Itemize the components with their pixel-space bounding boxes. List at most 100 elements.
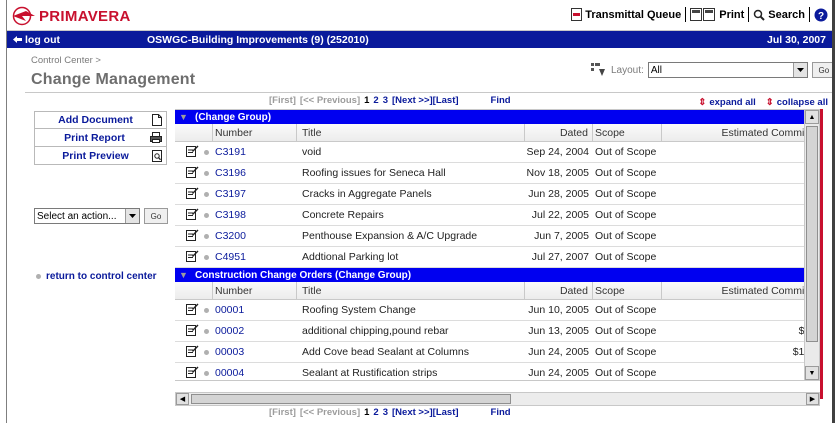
column-header-scope[interactable]: Scope	[593, 282, 662, 299]
group-header[interactable]: ▼ Construction Change Orders (Change Grou…	[175, 268, 819, 282]
collapse-all-link[interactable]: ⇕ collapse all	[766, 97, 828, 108]
pager-next[interactable]: [Next >>]	[392, 407, 433, 418]
table-row[interactable]: 00002 additional chipping,pound rebar Jun …	[175, 321, 819, 342]
pager-previous[interactable]: [<< Previous]	[300, 407, 360, 418]
row-number[interactable]: C3197	[213, 184, 297, 204]
collapse-caret-icon[interactable]: ▼	[179, 270, 188, 280]
action-go-button[interactable]: Go	[144, 208, 168, 224]
pager-page-1[interactable]: 1	[364, 95, 369, 106]
row-number[interactable]: C4951	[213, 247, 297, 267]
column-header-scope[interactable]: Scope	[593, 124, 662, 141]
edit-document-icon[interactable]	[186, 165, 199, 181]
column-header-number[interactable]: Number	[213, 124, 297, 141]
search-link[interactable]: Search	[753, 9, 805, 21]
pager-page-1[interactable]: 1	[364, 407, 369, 418]
row-title: Roofing issues for Seneca Hall	[302, 167, 446, 179]
table-row[interactable]: 00003 Add Cove bead Sealant at Columns Jun…	[175, 342, 819, 363]
pager-next[interactable]: [Next >>]	[392, 95, 433, 106]
return-to-control-center-link[interactable]: return to control center	[36, 271, 157, 282]
edit-document-icon[interactable]	[186, 144, 199, 160]
red-accent-bar	[820, 109, 823, 399]
collapse-icon: ⇕	[765, 97, 774, 108]
layout-go-button[interactable]: Go	[811, 62, 832, 78]
scroll-right-button[interactable]: ▶	[806, 393, 819, 405]
top-links: Transmittal Queue Print Search ?	[571, 7, 828, 22]
layout-select[interactable]: All	[647, 62, 808, 78]
pager-first[interactable]: [First]	[269, 95, 296, 106]
pager-last[interactable]: [Last]	[433, 407, 459, 418]
chevron-down-icon	[125, 209, 139, 223]
row-estimated: $4,0	[662, 321, 819, 341]
row-dated: Jul 27, 2007	[531, 251, 589, 263]
row-number[interactable]: 00002	[213, 321, 297, 341]
pager-page-3[interactable]: 3	[383, 407, 388, 418]
collapse-caret-icon[interactable]: ▼	[179, 112, 188, 122]
row-number[interactable]: C3196	[213, 163, 297, 183]
scroll-left-button[interactable]: ◀	[176, 393, 189, 405]
hscroll-thumb[interactable]	[191, 394, 511, 404]
edit-document-icon[interactable]	[186, 323, 199, 339]
print-report-button[interactable]: Print Report	[34, 129, 167, 147]
edit-document-icon[interactable]	[186, 186, 199, 202]
pager-page-3[interactable]: 3	[383, 95, 388, 106]
edit-document-icon[interactable]	[186, 365, 199, 380]
column-header-title[interactable]: Title	[297, 124, 525, 141]
print-report-label: Print Report	[64, 131, 125, 144]
pager-first[interactable]: [First]	[269, 407, 296, 418]
breadcrumb[interactable]: Control Center >	[31, 55, 101, 66]
expand-all-link[interactable]: ⇕ expand all	[698, 97, 755, 108]
row-icons	[175, 226, 213, 246]
scroll-down-button[interactable]: ▼	[805, 366, 819, 380]
table-row[interactable]: C3196 Roofing issues for Seneca Hall Nov 1…	[175, 163, 819, 184]
edit-document-icon[interactable]	[186, 207, 199, 223]
pager-previous[interactable]: [<< Previous]	[300, 95, 360, 106]
horizontal-scrollbar[interactable]: ◀ ▶	[175, 392, 820, 406]
column-header-estimated[interactable]: Estimated Commitm	[662, 124, 819, 141]
row-dated: Nov 18, 2005	[526, 167, 589, 179]
group-header[interactable]: ▼ (Change Group)	[175, 110, 819, 124]
chevron-down-icon	[792, 63, 807, 77]
table-row[interactable]: C3191 void Sep 24, 2004 Out of Scope	[175, 142, 819, 163]
row-number[interactable]: C3198	[213, 205, 297, 225]
row-number[interactable]: 00003	[213, 342, 297, 362]
edit-document-icon[interactable]	[186, 249, 199, 265]
table-row[interactable]: C3197 Cracks in Aggregate Panels Jun 28, 2…	[175, 184, 819, 205]
action-select[interactable]: Select an action...	[34, 208, 140, 224]
logout-link[interactable]: log out	[7, 34, 147, 46]
column-header-title[interactable]: Title	[297, 282, 525, 299]
table-row[interactable]: 00004 Sealant at Rustification strips Jun …	[175, 363, 819, 380]
column-header-dated[interactable]: Dated	[525, 124, 593, 141]
pager-last[interactable]: [Last]	[433, 95, 459, 106]
row-number[interactable]: C3200	[213, 226, 297, 246]
print-preview-button[interactable]: Print Preview	[34, 147, 167, 165]
row-estimated	[662, 163, 819, 183]
scroll-up-button[interactable]: ▲	[805, 110, 819, 124]
row-number[interactable]: C3191	[213, 142, 297, 162]
find-link[interactable]: Find	[491, 407, 511, 418]
add-document-button[interactable]: Add Document	[34, 111, 167, 129]
transmittal-queue-link[interactable]: Transmittal Queue	[571, 8, 681, 21]
table-row[interactable]: C3198 Concrete Repairs Jul 22, 2005 Out of …	[175, 205, 819, 226]
edit-document-icon[interactable]	[186, 344, 199, 360]
table-row[interactable]: C3200 Penthouse Expansion & A/C Upgrade Ju…	[175, 226, 819, 247]
column-header-estimated[interactable]: Estimated Commitm	[662, 282, 819, 299]
column-header-dated[interactable]: Dated	[525, 282, 593, 299]
row-number[interactable]: 00001	[213, 300, 297, 320]
action-select-value: Select an action...	[37, 210, 117, 222]
edit-document-icon[interactable]	[186, 228, 199, 244]
find-link[interactable]: Find	[491, 95, 511, 106]
pager-page-2[interactable]: 2	[373, 407, 378, 418]
pager-page-2[interactable]: 2	[373, 95, 378, 106]
vertical-scrollbar[interactable]: ▲ ▼	[804, 110, 819, 380]
row-number[interactable]: 00004	[213, 363, 297, 380]
table-row[interactable]: 00001 Roofing System Change Jun 10, 2005 Ou…	[175, 300, 819, 321]
row-estimated	[662, 363, 819, 380]
grid-body: ▼ (Change Group) Number Title Dated Scope Esti…	[175, 110, 819, 380]
row-estimated: $15,0	[662, 342, 819, 362]
edit-document-icon[interactable]	[186, 302, 199, 318]
help-icon[interactable]: ?	[814, 8, 828, 22]
print-link[interactable]: Print	[690, 8, 744, 21]
column-header-number[interactable]: Number	[213, 282, 297, 299]
table-row[interactable]: C4951 Addtional Parking lot Jul 27, 2007 Ou…	[175, 247, 819, 268]
scroll-thumb[interactable]	[806, 126, 818, 342]
